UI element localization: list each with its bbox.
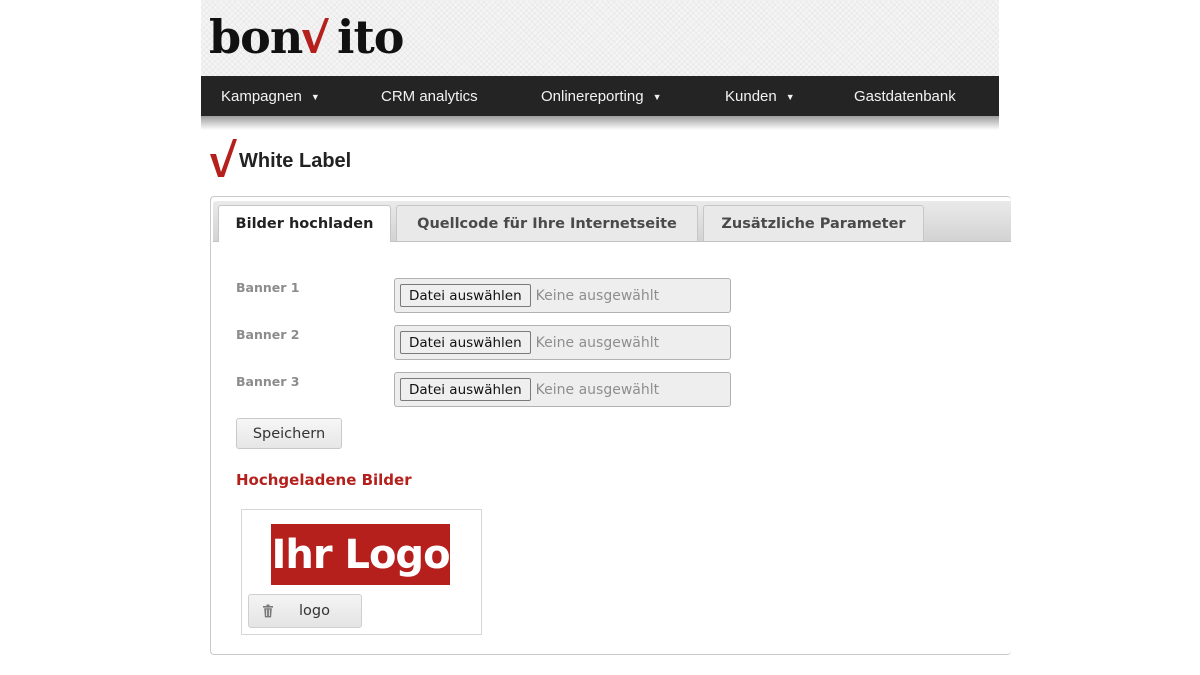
nav-item-gastdatenbank[interactable]: Gastdatenbank: [854, 76, 956, 116]
page: bonVito Kampagnen ▼ CRM analytics Online…: [201, 0, 1011, 675]
nav-item-onlinereporting[interactable]: Onlinereporting ▼: [541, 76, 661, 116]
nav-item-label: Onlinereporting: [541, 87, 644, 105]
file-status: Keine ausgewählt: [535, 334, 660, 351]
caret-down-icon: ▼: [310, 92, 320, 102]
caret-down-icon: ▼: [652, 92, 662, 102]
tab-quellcode[interactable]: Quellcode für Ihre Internetseite: [396, 205, 698, 241]
banner-2-file-input[interactable]: Datei auswählen Keine ausgewählt: [394, 325, 731, 360]
banner-1-file-input[interactable]: Datei auswählen Keine ausgewählt: [394, 278, 731, 313]
logo-checkmark-icon: [302, 18, 330, 53]
white-label-panel: Bilder hochladen Quellcode für Ihre Inte…: [210, 196, 1011, 655]
tab-bar: Bilder hochladen Quellcode für Ihre Inte…: [213, 201, 1011, 242]
trash-icon: [263, 604, 273, 618]
logo-suffix: ito: [337, 10, 404, 64]
tab-label: Bilder hochladen: [235, 216, 374, 232]
banner-3-file-input[interactable]: Datei auswählen Keine ausgewählt: [394, 372, 731, 407]
logo-prefix: bon: [209, 10, 303, 64]
nav-item-label: Gastdatenbank: [854, 87, 956, 105]
nav-item-label: Kunden: [725, 87, 777, 105]
save-button[interactable]: Speichern: [236, 418, 342, 449]
logo-v: V: [302, 10, 337, 64]
banner-1-label: Banner 1: [236, 280, 300, 295]
nav-item-kunden[interactable]: Kunden ▼: [725, 76, 795, 116]
choose-file-button[interactable]: Datei auswählen: [400, 331, 531, 354]
caret-down-icon: ▼: [785, 92, 795, 102]
file-status: Keine ausgewählt: [535, 287, 660, 304]
tab-bilder-hochladen[interactable]: Bilder hochladen: [218, 205, 391, 242]
uploaded-image-card: Ihr Logo logo: [241, 509, 482, 635]
tab-zusaetzliche-parameter[interactable]: Zusätzliche Parameter: [703, 205, 924, 241]
main-nav: Kampagnen ▼ CRM analytics Onlinereportin…: [201, 76, 999, 130]
nav-item-kampagnen[interactable]: Kampagnen ▼: [221, 76, 320, 116]
nav-item-crm-analytics[interactable]: CRM analytics: [381, 76, 478, 116]
header: bonVito: [201, 0, 999, 76]
page-title: White Label: [239, 149, 352, 172]
delete-image-button[interactable]: logo: [248, 594, 362, 628]
nav-item-label: CRM analytics: [381, 87, 478, 105]
banner-2-label: Banner 2: [236, 327, 300, 342]
brand-logo[interactable]: bonVito: [209, 10, 404, 64]
banner-3-label: Banner 3: [236, 374, 300, 389]
choose-file-button[interactable]: Datei auswählen: [400, 378, 531, 401]
delete-image-label: logo: [299, 603, 330, 619]
uploaded-logo-image: Ihr Logo: [271, 524, 451, 585]
tab-label: Quellcode für Ihre Internetseite: [417, 215, 677, 232]
tab-label: Zusätzliche Parameter: [721, 215, 906, 232]
checkmark-icon: [210, 139, 237, 177]
uploaded-images-title: Hochgeladene Bilder: [236, 471, 412, 489]
nav-item-label: Kampagnen: [221, 87, 302, 105]
file-status: Keine ausgewählt: [535, 381, 660, 398]
page-title-row: White Label: [209, 138, 351, 178]
choose-file-button[interactable]: Datei auswählen: [400, 284, 531, 307]
